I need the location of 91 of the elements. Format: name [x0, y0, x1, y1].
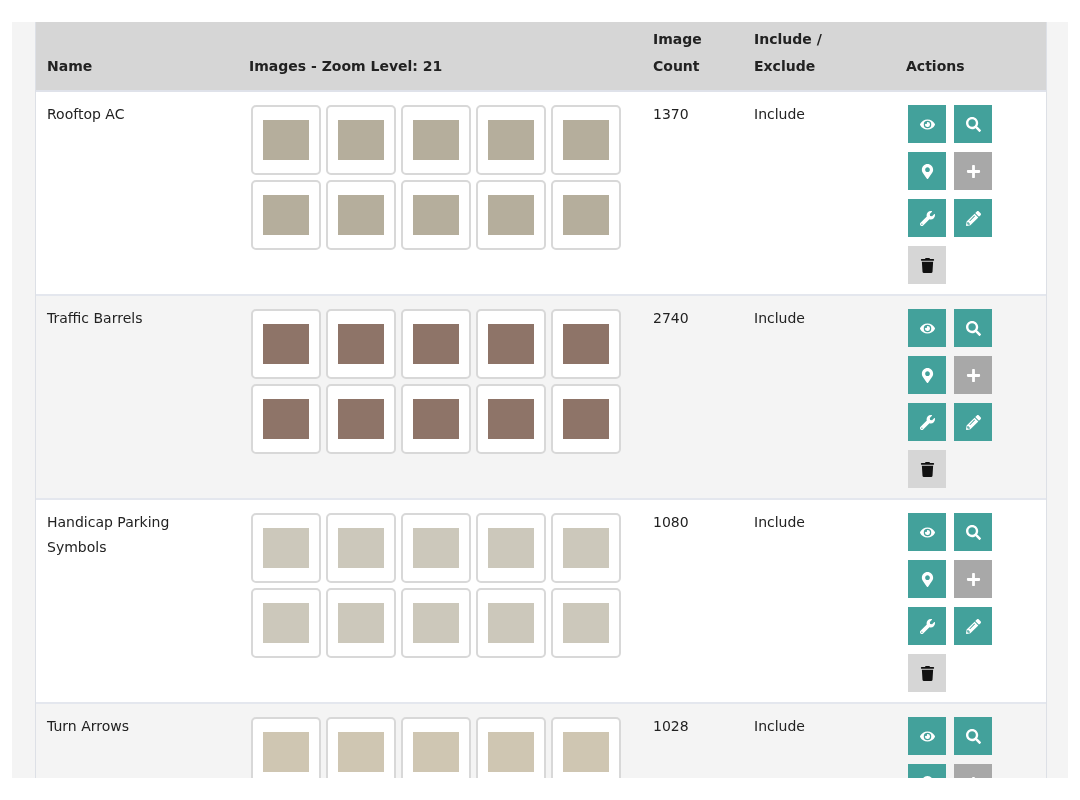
image-thumbnail[interactable] [551, 309, 621, 379]
image-thumbnail[interactable] [551, 513, 621, 583]
image-thumbnail[interactable] [476, 588, 546, 658]
view-button[interactable] [908, 513, 946, 551]
view-button[interactable] [908, 105, 946, 143]
column-header: Image Count [652, 30, 703, 76]
configure-button[interactable] [908, 607, 946, 645]
edit-button[interactable] [954, 403, 992, 441]
image-thumbnail[interactable] [476, 717, 546, 778]
edit-button[interactable] [954, 199, 992, 237]
image-thumbnail[interactable] [401, 513, 471, 583]
pencil-icon [965, 618, 981, 634]
view-button[interactable] [908, 717, 946, 755]
map-pin-icon [919, 367, 935, 383]
image-count-cell-text: 1028 [652, 717, 690, 736]
image-thumbnail[interactable] [551, 105, 621, 175]
image-thumbnail[interactable] [251, 384, 321, 454]
image-thumbnail[interactable] [326, 105, 396, 175]
image-count-cell-text: 1080 [652, 513, 690, 532]
locate-button[interactable] [908, 560, 946, 598]
configure-button[interactable] [908, 403, 946, 441]
view-button[interactable] [908, 309, 946, 347]
trash-icon [919, 461, 935, 477]
image-thumbnail[interactable] [476, 513, 546, 583]
column-header: Actions [905, 57, 966, 76]
search-button[interactable] [954, 105, 992, 143]
map-pin-icon [919, 163, 935, 179]
search-icon [965, 728, 981, 744]
image-thumbnail[interactable] [476, 309, 546, 379]
column-header: Name [46, 57, 94, 76]
search-button[interactable] [954, 717, 992, 755]
image-thumbnail[interactable] [251, 588, 321, 658]
column-header: Images - Zoom Level: 21 [248, 57, 444, 76]
image-thumbnail[interactable] [551, 180, 621, 250]
include-cell-text: Include [753, 513, 806, 532]
search-button[interactable] [954, 309, 992, 347]
image-thumbnail[interactable] [326, 309, 396, 379]
include-cell-text: Include [753, 717, 806, 736]
name-cell-text: Handicap Parking Symbols [46, 513, 171, 557]
image-thumbnail[interactable] [401, 105, 471, 175]
delete-button[interactable] [908, 654, 946, 692]
wrench-icon [919, 618, 935, 634]
image-thumbnail[interactable] [326, 717, 396, 778]
column-header: Include / Exclude [753, 30, 823, 76]
image-thumbnail[interactable] [401, 180, 471, 250]
configure-button[interactable] [908, 199, 946, 237]
include-cell-text: Include [753, 105, 806, 124]
name-cell-text: Rooftop AC [46, 105, 126, 124]
edit-button[interactable] [954, 607, 992, 645]
wrench-icon [919, 414, 935, 430]
wrench-icon [919, 210, 935, 226]
trash-icon [919, 665, 935, 681]
image-thumbnail[interactable] [476, 180, 546, 250]
search-icon [965, 524, 981, 540]
image-thumbnail[interactable] [251, 717, 321, 778]
name-cell-text: Turn Arrows [46, 717, 130, 736]
include-cell-text: Include [753, 309, 806, 328]
pencil-icon [965, 414, 981, 430]
image-thumbnail[interactable] [326, 588, 396, 658]
plus-icon [965, 571, 981, 587]
plus-icon [965, 367, 981, 383]
image-thumbnail[interactable] [551, 588, 621, 658]
map-pin-icon [919, 571, 935, 587]
image-thumbnail[interactable] [551, 717, 621, 778]
image-thumbnail[interactable] [476, 384, 546, 454]
trash-icon [919, 257, 935, 273]
image-count-cell-text: 1370 [652, 105, 690, 124]
image-thumbnail[interactable] [251, 309, 321, 379]
image-thumbnail[interactable] [251, 513, 321, 583]
image-thumbnail[interactable] [476, 105, 546, 175]
image-thumbnail[interactable] [401, 717, 471, 778]
image-thumbnail[interactable] [251, 180, 321, 250]
delete-button[interactable] [908, 246, 946, 284]
locate-button[interactable] [908, 152, 946, 190]
name-cell-text: Traffic Barrels [46, 309, 144, 328]
image-thumbnail[interactable] [551, 384, 621, 454]
search-icon [965, 320, 981, 336]
pencil-icon [965, 210, 981, 226]
image-thumbnail[interactable] [326, 180, 396, 250]
image-thumbnail[interactable] [401, 384, 471, 454]
image-thumbnail[interactable] [326, 384, 396, 454]
image-thumbnail[interactable] [326, 513, 396, 583]
locate-button[interactable] [908, 356, 946, 394]
image-thumbnail[interactable] [401, 309, 471, 379]
image-thumbnail[interactable] [251, 105, 321, 175]
plus-icon [965, 163, 981, 179]
search-button[interactable] [954, 513, 992, 551]
image-thumbnail[interactable] [401, 588, 471, 658]
delete-button[interactable] [908, 450, 946, 488]
search-icon [965, 116, 981, 132]
image-count-cell-text: 2740 [652, 309, 690, 328]
